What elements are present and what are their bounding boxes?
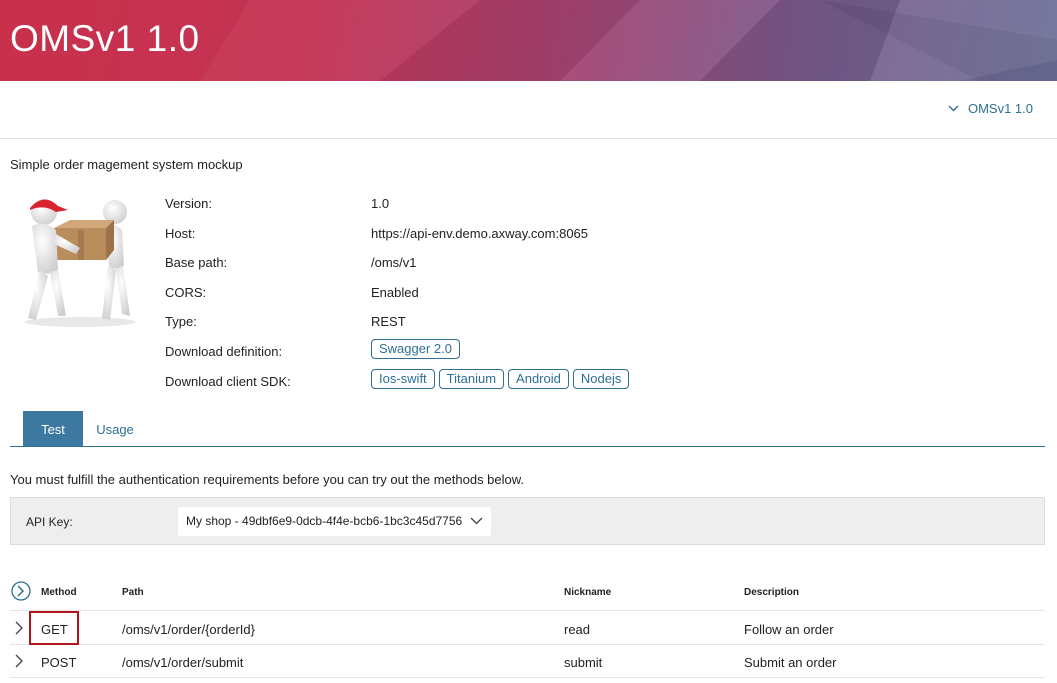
type-label: Type: [165,314,197,329]
download-definition-label: Download definition: [165,344,283,359]
table-row[interactable]: GET /oms/v1/order/{orderId} read Follow … [10,611,1045,645]
method-cell: POST [41,655,77,670]
column-header-method: Method [41,587,77,598]
path-cell: /oms/v1/order/{orderId} [122,622,255,637]
api-selector[interactable]: OMSv1 1.0 [948,101,1033,116]
table-row[interactable]: POST /oms/v1/order/submit submit Submit … [10,645,1045,678]
chevron-down-icon [948,105,959,112]
version-value: 1.0 [371,196,390,211]
type-value: REST [371,314,406,329]
api-illustration [10,190,142,330]
auth-requirement-message: You must fulfill the authentication requ… [10,472,525,487]
host-label: Host: [165,226,196,241]
sdk-titanium-button[interactable]: Titanium [438,369,505,389]
download-sdk-label: Download client SDK: [165,374,291,389]
tab-usage[interactable]: Usage [84,411,146,446]
api-key-select[interactable]: My shop - 49dbf6e9-0dcb-4f4e-bcb6-1bc3c4… [178,507,491,536]
api-key-label: API Key: [26,515,73,529]
column-header-nickname: Nickname [564,587,612,598]
method-cell: GET [41,622,68,637]
version-label: Version: [165,196,212,211]
api-key-panel: API Key: My shop - 49dbf6e9-0dcb-4f4e-bc… [10,497,1045,545]
swagger-download-button[interactable]: Swagger 2.0 [371,339,460,359]
path-cell: /oms/v1/order/submit [122,655,244,670]
chevron-down-icon [470,517,483,525]
chevron-right-icon[interactable] [15,654,23,668]
api-selector-label: OMSv1 1.0 [967,101,1033,116]
description-cell: Follow an order [744,622,834,637]
tab-bar: Test Usage [10,411,1045,447]
subnav-bar: OMSv1 1.0 [0,81,1057,139]
column-header-path: Path [122,587,144,598]
header-banner: OMSv1 1.0 [0,0,1057,81]
column-header-description: Description [744,587,800,598]
base-path-label: Base path: [165,255,228,270]
cors-label: CORS: [165,285,207,300]
tab-test[interactable]: Test [23,411,83,446]
host-value: https://api-env.demo.axway.com:8065 [371,226,589,241]
api-key-selected-value: My shop - 49dbf6e9-0dcb-4f4e-bcb6-1bc3c4… [186,514,463,528]
sdk-android-button[interactable]: Android [508,369,569,389]
nickname-cell: read [564,622,591,637]
sdk-ios-swift-button[interactable]: Ios-swift [371,369,435,389]
nickname-cell: submit [564,655,603,670]
methods-table-header: Method Path Nickname Description [10,578,1045,611]
base-path-value: /oms/v1 [371,255,417,270]
sdk-nodejs-button[interactable]: Nodejs [572,369,630,389]
chevron-right-icon[interactable] [15,621,23,635]
description-cell: Submit an order [744,655,837,670]
cors-value: Enabled [371,285,419,300]
app-title: OMSv1 1.0 [10,18,200,59]
api-description: Simple order magement system mockup [10,157,243,172]
expand-all-icon[interactable] [11,581,31,601]
